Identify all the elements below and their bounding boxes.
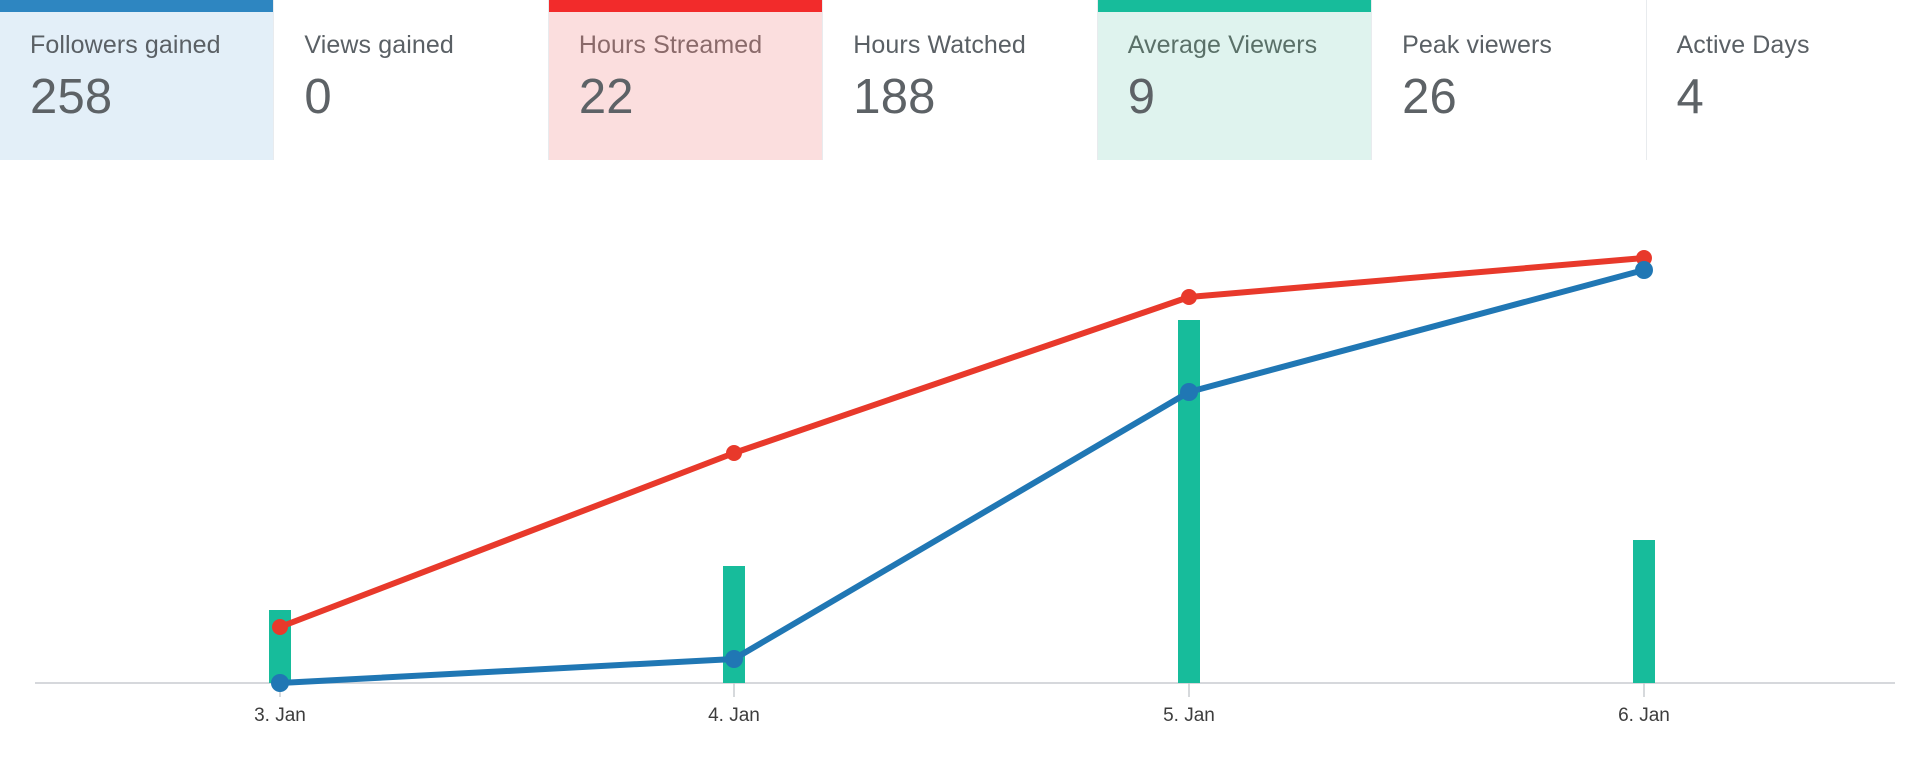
kpi-label: Followers gained bbox=[30, 31, 221, 59]
kpi-accent-bar bbox=[823, 0, 1096, 12]
kpi-card-strip: Followers gained 258 Views gained 0 Hours St… bbox=[0, 0, 1920, 160]
kpi-value: 258 bbox=[30, 70, 113, 124]
kpi-accent-bar bbox=[0, 0, 274, 12]
kpi-card-hours-watched[interactable]: Hours Watched 188 bbox=[823, 0, 1098, 160]
x-tick-label: 6. Jan bbox=[1618, 705, 1670, 726]
chart-line-series-average-viewers bbox=[271, 261, 1653, 692]
data-point-marker[interactable] bbox=[1181, 289, 1197, 305]
kpi-content: Active Days 4 bbox=[1647, 12, 1920, 160]
kpi-content: Peak viewers 26 bbox=[1372, 12, 1645, 160]
kpi-label: Peak viewers bbox=[1402, 31, 1552, 59]
kpi-value: 0 bbox=[304, 70, 332, 124]
data-point-marker[interactable] bbox=[726, 445, 742, 461]
kpi-content: Average Viewers 9 bbox=[1098, 12, 1371, 160]
bar-5-jan bbox=[1178, 320, 1200, 683]
bar-6-jan bbox=[1633, 540, 1655, 683]
data-point-marker[interactable] bbox=[725, 650, 743, 668]
line-path bbox=[277, 267, 1647, 686]
kpi-card-peak-viewers[interactable]: Peak viewers 26 bbox=[1372, 0, 1647, 160]
kpi-value: 4 bbox=[1676, 70, 1704, 124]
chart-x-axis bbox=[35, 682, 1895, 697]
kpi-accent-bar bbox=[1647, 0, 1920, 12]
kpi-accent-bar bbox=[548, 0, 823, 12]
kpi-card-average-viewers[interactable]: Average Viewers 9 bbox=[1097, 0, 1373, 160]
kpi-value: 9 bbox=[1127, 70, 1156, 124]
kpi-value: 26 bbox=[1402, 70, 1458, 124]
chart-x-tick-labels: 3. Jan 4. Jan 5. Jan 6. Jan bbox=[254, 705, 1670, 726]
x-tick-label: 4. Jan bbox=[708, 705, 760, 726]
data-point-marker[interactable] bbox=[1180, 383, 1198, 401]
kpi-card-followers-gained[interactable]: Followers gained 258 bbox=[0, 0, 275, 160]
kpi-card-active-days[interactable]: Active Days 4 bbox=[1646, 0, 1920, 160]
kpi-content: Followers gained 258 bbox=[0, 12, 273, 160]
kpi-accent-bar bbox=[274, 0, 547, 12]
kpi-accent-bar bbox=[1372, 0, 1645, 12]
stream-stats-dashboard: Followers gained 258 Views gained 0 Hours St… bbox=[0, 0, 1920, 763]
x-tick-label: 5. Jan bbox=[1163, 705, 1215, 726]
x-tick-label: 3. Jan bbox=[254, 705, 306, 726]
data-point-marker[interactable] bbox=[272, 619, 288, 635]
stream-activity-chart-panel: 3. Jan 4. Jan 5. Jan 6. Jan bbox=[0, 161, 1920, 763]
kpi-content: Hours Watched 188 bbox=[823, 12, 1096, 160]
kpi-label: Active Days bbox=[1676, 31, 1810, 59]
kpi-label: Views gained bbox=[304, 31, 454, 59]
kpi-card-views-gained[interactable]: Views gained 0 bbox=[274, 0, 549, 160]
kpi-label: Hours Watched bbox=[853, 31, 1026, 59]
kpi-content: Hours Streamed 22 bbox=[549, 12, 822, 160]
kpi-value: 22 bbox=[578, 70, 634, 124]
stream-activity-chart[interactable]: 3. Jan 4. Jan 5. Jan 6. Jan bbox=[0, 161, 1920, 763]
data-point-marker[interactable] bbox=[1635, 261, 1653, 279]
kpi-label: Average Viewers bbox=[1127, 31, 1318, 59]
kpi-content: Views gained 0 bbox=[274, 12, 547, 160]
kpi-accent-bar bbox=[1097, 0, 1372, 12]
kpi-value: 188 bbox=[853, 70, 936, 124]
line-path bbox=[277, 255, 1647, 630]
kpi-label: Hours Streamed bbox=[578, 31, 763, 59]
kpi-card-hours-streamed[interactable]: Hours Streamed 22 bbox=[548, 0, 824, 160]
data-point-marker[interactable] bbox=[271, 674, 289, 692]
chart-line-series-peak-viewers bbox=[272, 250, 1652, 635]
